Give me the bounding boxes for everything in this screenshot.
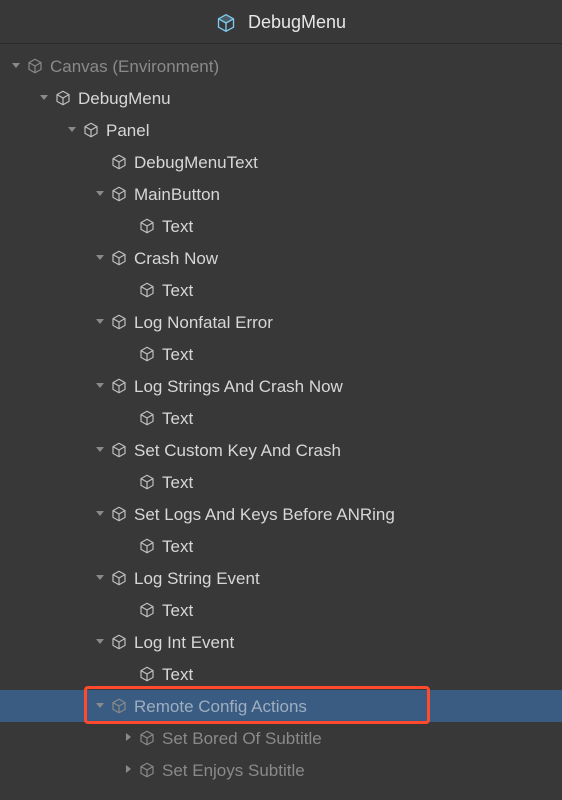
tree-row-lsc[interactable]: Log Strings And Crash Now: [0, 370, 562, 402]
expand-arrow-icon[interactable]: [94, 699, 108, 713]
gameobject-icon: [138, 761, 156, 779]
tree-row-label: Text: [162, 602, 193, 619]
expand-arrow-icon[interactable]: [94, 315, 108, 329]
tree-row-bored[interactable]: Set Bored Of Subtitle: [0, 722, 562, 754]
tree-row-anr-t[interactable]: Text: [0, 530, 562, 562]
hierarchy-tree[interactable]: Canvas (Environment) DebugMenu Panel: [0, 44, 562, 786]
gameobject-icon: [138, 665, 156, 683]
expand-arrow-icon[interactable]: [94, 635, 108, 649]
tree-row-label: Text: [162, 346, 193, 363]
gameobject-icon: [110, 153, 128, 171]
tree-row-label: Text: [162, 666, 193, 683]
expand-arrow-icon[interactable]: [122, 763, 136, 777]
tree-row-lie[interactable]: Log Int Event: [0, 626, 562, 658]
prefab-title: DebugMenu: [248, 13, 346, 31]
tree-row-enjoys[interactable]: Set Enjoys Subtitle: [0, 754, 562, 786]
tree-row-nfe-t[interactable]: Text: [0, 338, 562, 370]
tree-row-crash-t[interactable]: Text: [0, 274, 562, 306]
expand-arrow-icon[interactable]: [38, 91, 52, 105]
tree-row-label: Log Strings And Crash Now: [134, 378, 343, 395]
tree-row-label: Crash Now: [134, 250, 218, 267]
prefab-header: DebugMenu: [0, 0, 562, 44]
gameobject-icon: [110, 185, 128, 203]
tree-row-label: DebugMenu: [78, 90, 171, 107]
gameobject-icon: [138, 601, 156, 619]
expand-arrow-icon[interactable]: [94, 379, 108, 393]
tree-row-label: Text: [162, 282, 193, 299]
expand-arrow-icon[interactable]: [94, 507, 108, 521]
expand-arrow-icon[interactable]: [94, 251, 108, 265]
expand-arrow-icon[interactable]: [10, 59, 24, 73]
tree-row-label: Text: [162, 218, 193, 235]
gameobject-icon: [138, 281, 156, 299]
gameobject-icon: [54, 89, 72, 107]
tree-row-label: DebugMenuText: [134, 154, 258, 171]
gameobject-icon: [138, 345, 156, 363]
tree-row-label: Text: [162, 474, 193, 491]
gameobject-icon: [110, 249, 128, 267]
tree-row-lsc-t[interactable]: Text: [0, 402, 562, 434]
tree-row-label: Set Enjoys Subtitle: [162, 762, 305, 779]
tree-row-label: MainButton: [134, 186, 220, 203]
tree-row-label: Set Logs And Keys Before ANRing: [134, 506, 395, 523]
tree-row-lse[interactable]: Log String Event: [0, 562, 562, 594]
tree-row-sck[interactable]: Set Custom Key And Crash: [0, 434, 562, 466]
tree-row-label: Set Custom Key And Crash: [134, 442, 341, 459]
gameobject-icon: [110, 633, 128, 651]
tree-row-label: Text: [162, 410, 193, 427]
expand-arrow-icon[interactable]: [122, 731, 136, 745]
tree-row-mainbtn[interactable]: MainButton: [0, 178, 562, 210]
gameobject-icon: [138, 217, 156, 235]
tree-row-rca[interactable]: Remote Config Actions: [0, 690, 562, 722]
gameobject-icon: [110, 313, 128, 331]
gameobject-icon: [138, 409, 156, 427]
gameobject-icon: [110, 569, 128, 587]
tree-row-label: Panel: [106, 122, 149, 139]
tree-row-lse-t[interactable]: Text: [0, 594, 562, 626]
tree-row-nfe[interactable]: Log Nonfatal Error: [0, 306, 562, 338]
tree-row-canvas[interactable]: Canvas (Environment): [0, 50, 562, 82]
gameobject-icon: [110, 441, 128, 459]
expand-arrow-icon[interactable]: [94, 187, 108, 201]
tree-row-debugmenu[interactable]: DebugMenu: [0, 82, 562, 114]
tree-row-label: Log Nonfatal Error: [134, 314, 273, 331]
tree-row-label: Text: [162, 538, 193, 555]
hierarchy-panel: DebugMenu Canvas (Environment) DebugMenu: [0, 0, 562, 786]
gameobject-icon: [110, 505, 128, 523]
gameobject-icon: [110, 377, 128, 395]
gameobject-icon: [138, 729, 156, 747]
tree-row-label: Log String Event: [134, 570, 260, 587]
tree-row-label: Set Bored Of Subtitle: [162, 730, 322, 747]
tree-row-label: Log Int Event: [134, 634, 234, 651]
gameobject-icon: [138, 537, 156, 555]
expand-arrow-icon[interactable]: [94, 571, 108, 585]
gameobject-icon: [82, 121, 100, 139]
tree-row-lie-t[interactable]: Text: [0, 658, 562, 690]
tree-row-label: Remote Config Actions: [134, 698, 307, 715]
tree-row-mainbtn-t[interactable]: Text: [0, 210, 562, 242]
tree-row-crash[interactable]: Crash Now: [0, 242, 562, 274]
tree-row-label: Canvas (Environment): [50, 58, 219, 75]
prefab-icon: [216, 13, 234, 31]
tree-row-dmtext[interactable]: DebugMenuText: [0, 146, 562, 178]
gameobject-icon: [138, 473, 156, 491]
expand-arrow-icon[interactable]: [66, 123, 80, 137]
tree-row-anr[interactable]: Set Logs And Keys Before ANRing: [0, 498, 562, 530]
expand-arrow-icon[interactable]: [94, 443, 108, 457]
gameobject-icon: [110, 697, 128, 715]
tree-row-sck-t[interactable]: Text: [0, 466, 562, 498]
tree-row-panel[interactable]: Panel: [0, 114, 562, 146]
gameobject-icon: [26, 57, 44, 75]
